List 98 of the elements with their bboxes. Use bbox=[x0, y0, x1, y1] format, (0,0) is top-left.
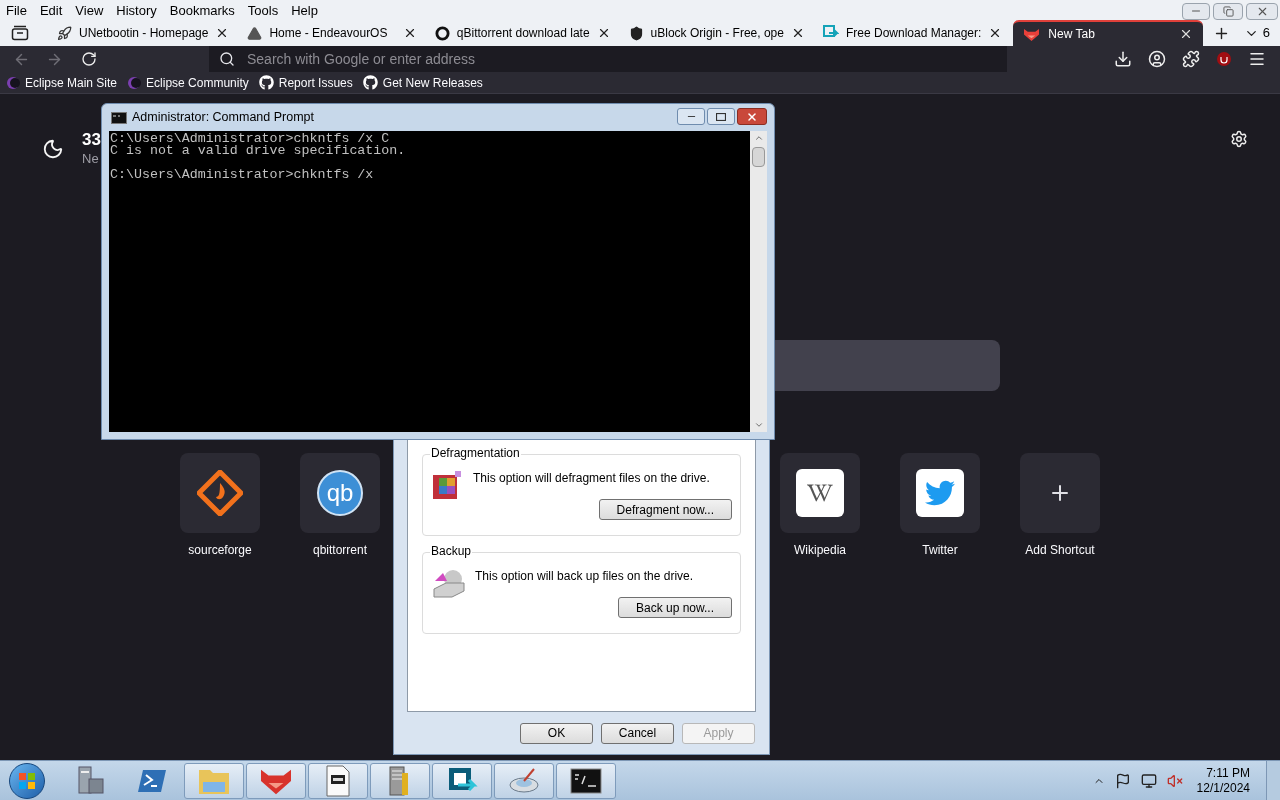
server-icon bbox=[75, 764, 105, 797]
bookmark-link[interactable]: Eclipse Main Site bbox=[6, 73, 118, 92]
start-button[interactable] bbox=[9, 762, 45, 799]
flag-icon[interactable] bbox=[1114, 772, 1131, 789]
close-button[interactable] bbox=[1246, 2, 1278, 20]
shield-icon bbox=[628, 25, 644, 41]
group-action-button[interactable]: Defragment now... bbox=[598, 499, 732, 520]
rocket-icon bbox=[57, 25, 72, 41]
shortcut-label: Wikipedia bbox=[794, 542, 846, 559]
group-title: Backup bbox=[430, 544, 473, 558]
console-line: C is not a valid drive specification. bbox=[110, 145, 407, 157]
drive-icon bbox=[431, 567, 467, 601]
shield-badge-icon[interactable] bbox=[1216, 51, 1232, 67]
w-logo-icon bbox=[796, 469, 844, 517]
account-icon[interactable] bbox=[1148, 50, 1166, 68]
restore-icon bbox=[1222, 5, 1234, 17]
bookmark-link[interactable]: Report Issues bbox=[258, 73, 353, 92]
search-field[interactable] bbox=[775, 340, 1000, 391]
tab-title: Home - EndeavourOS bbox=[269, 25, 389, 42]
eclipse-icon bbox=[6, 75, 20, 90]
clock-time: 7:11 PM bbox=[1206, 765, 1250, 781]
fox-logo-icon bbox=[1023, 26, 1041, 42]
bookmark-link[interactable]: Eclipse Community bbox=[127, 73, 249, 92]
menu-icon[interactable] bbox=[1248, 50, 1266, 68]
settings-icon[interactable] bbox=[1230, 130, 1248, 148]
bookmark-link[interactable]: Get New Releases bbox=[362, 73, 483, 92]
address-field[interactable]: Search with Google or enter address bbox=[209, 46, 1007, 72]
menu-item[interactable]: Bookmarks bbox=[169, 3, 235, 17]
shortcut-tile[interactable] bbox=[1020, 453, 1100, 533]
extensions-icon[interactable] bbox=[1182, 50, 1200, 68]
tab-title: uBlock Origin - Free, ope bbox=[650, 25, 784, 42]
triangle-icon bbox=[247, 25, 263, 41]
github-icon bbox=[258, 75, 274, 90]
app-logo: qb bbox=[317, 470, 363, 516]
menu-item[interactable]: History bbox=[116, 3, 157, 17]
group-description: This option will back up files on the drive. bbox=[475, 568, 694, 585]
scroll-thumb[interactable] bbox=[752, 147, 765, 167]
reload-icon[interactable] bbox=[81, 51, 97, 67]
close-icon bbox=[746, 110, 758, 123]
window-title: Administrator: Command Prompt bbox=[132, 109, 314, 127]
tab-title: UNetbootin - Homepage bbox=[79, 25, 209, 42]
tab-title: qBittorrent download late bbox=[456, 25, 590, 42]
disk-icon bbox=[507, 766, 541, 795]
bird-icon bbox=[916, 469, 964, 517]
maximize-icon bbox=[716, 112, 726, 121]
browser-tab[interactable]: qBittorrent download late bbox=[427, 20, 618, 46]
browser-tab[interactable]: UNetbootin - Homepage bbox=[50, 20, 237, 46]
close-button[interactable] bbox=[737, 108, 767, 125]
group-action-button[interactable]: Back up now... bbox=[617, 597, 732, 618]
scroll-up-icon[interactable] bbox=[753, 133, 764, 143]
taskbar-button[interactable] bbox=[556, 762, 616, 799]
shortcut-tile[interactable] bbox=[180, 453, 260, 533]
taskbar-button[interactable] bbox=[308, 762, 368, 799]
temperature: 33 bbox=[82, 130, 101, 150]
scrollbar[interactable] bbox=[750, 131, 767, 432]
console-line: C:\Users\Administrator>chkntfs /x C bbox=[110, 133, 390, 145]
group-description: This option will defragment files on the drive. bbox=[473, 470, 710, 487]
shortcut-label: sourceforge bbox=[188, 542, 252, 559]
github-icon bbox=[362, 75, 378, 90]
eclipse-icon bbox=[127, 75, 142, 90]
browser-tab[interactable]: Home - EndeavourOS bbox=[240, 20, 424, 46]
tab-overview-icon[interactable] bbox=[11, 25, 29, 41]
shortcut-label: qbittorrent bbox=[313, 542, 367, 559]
dialog-button[interactable]: Cancel bbox=[601, 722, 674, 744]
shortcut-label: Twitter bbox=[922, 542, 958, 559]
diamond-logo-icon bbox=[197, 470, 243, 516]
taskbar-button[interactable] bbox=[432, 762, 492, 799]
maximize-button[interactable] bbox=[707, 108, 735, 125]
clock-date: 12/1/2024 bbox=[1196, 780, 1250, 796]
windows-logo-icon bbox=[17, 770, 37, 791]
dialog-button[interactable]: OK bbox=[520, 722, 593, 744]
network-icon[interactable] bbox=[1140, 772, 1157, 789]
console-icon bbox=[570, 767, 602, 794]
browser-tab[interactable]: uBlock Origin - Free, ope bbox=[621, 20, 812, 46]
tab-title: New Tab bbox=[1048, 26, 1096, 43]
shortcut-label: Add Shortcut bbox=[1025, 542, 1095, 559]
shortcut-tile[interactable] bbox=[780, 453, 860, 533]
ring-icon bbox=[434, 25, 450, 41]
menu-item[interactable]: Help bbox=[291, 3, 318, 17]
shortcut-tile[interactable] bbox=[900, 453, 980, 533]
tab-title: Free Download Manager: bbox=[845, 25, 982, 42]
menu-item[interactable]: Tools bbox=[247, 3, 279, 17]
tab-list-button[interactable]: 6 bbox=[1243, 23, 1270, 43]
menu-item[interactable]: View bbox=[75, 3, 104, 17]
group-title: Defragmentation bbox=[430, 446, 521, 460]
browser-tab[interactable]: Free Download Manager: bbox=[815, 20, 1010, 46]
console-prompt: C:\Users\Administrator>chkntfs /x bbox=[110, 169, 375, 181]
scroll-down-icon[interactable] bbox=[753, 420, 764, 430]
weather-icon bbox=[42, 138, 64, 160]
search-icon bbox=[219, 51, 235, 67]
download-icon[interactable] bbox=[1114, 50, 1132, 68]
speaker-muted-icon[interactable] bbox=[1166, 772, 1183, 789]
browser-tab[interactable]: New Tab bbox=[1013, 20, 1203, 46]
menu-item[interactable]: File bbox=[6, 3, 27, 17]
console-icon bbox=[111, 111, 127, 124]
menu-item[interactable]: Edit bbox=[39, 3, 63, 17]
weather-label: Ne bbox=[82, 150, 100, 168]
document-icon bbox=[325, 764, 351, 797]
